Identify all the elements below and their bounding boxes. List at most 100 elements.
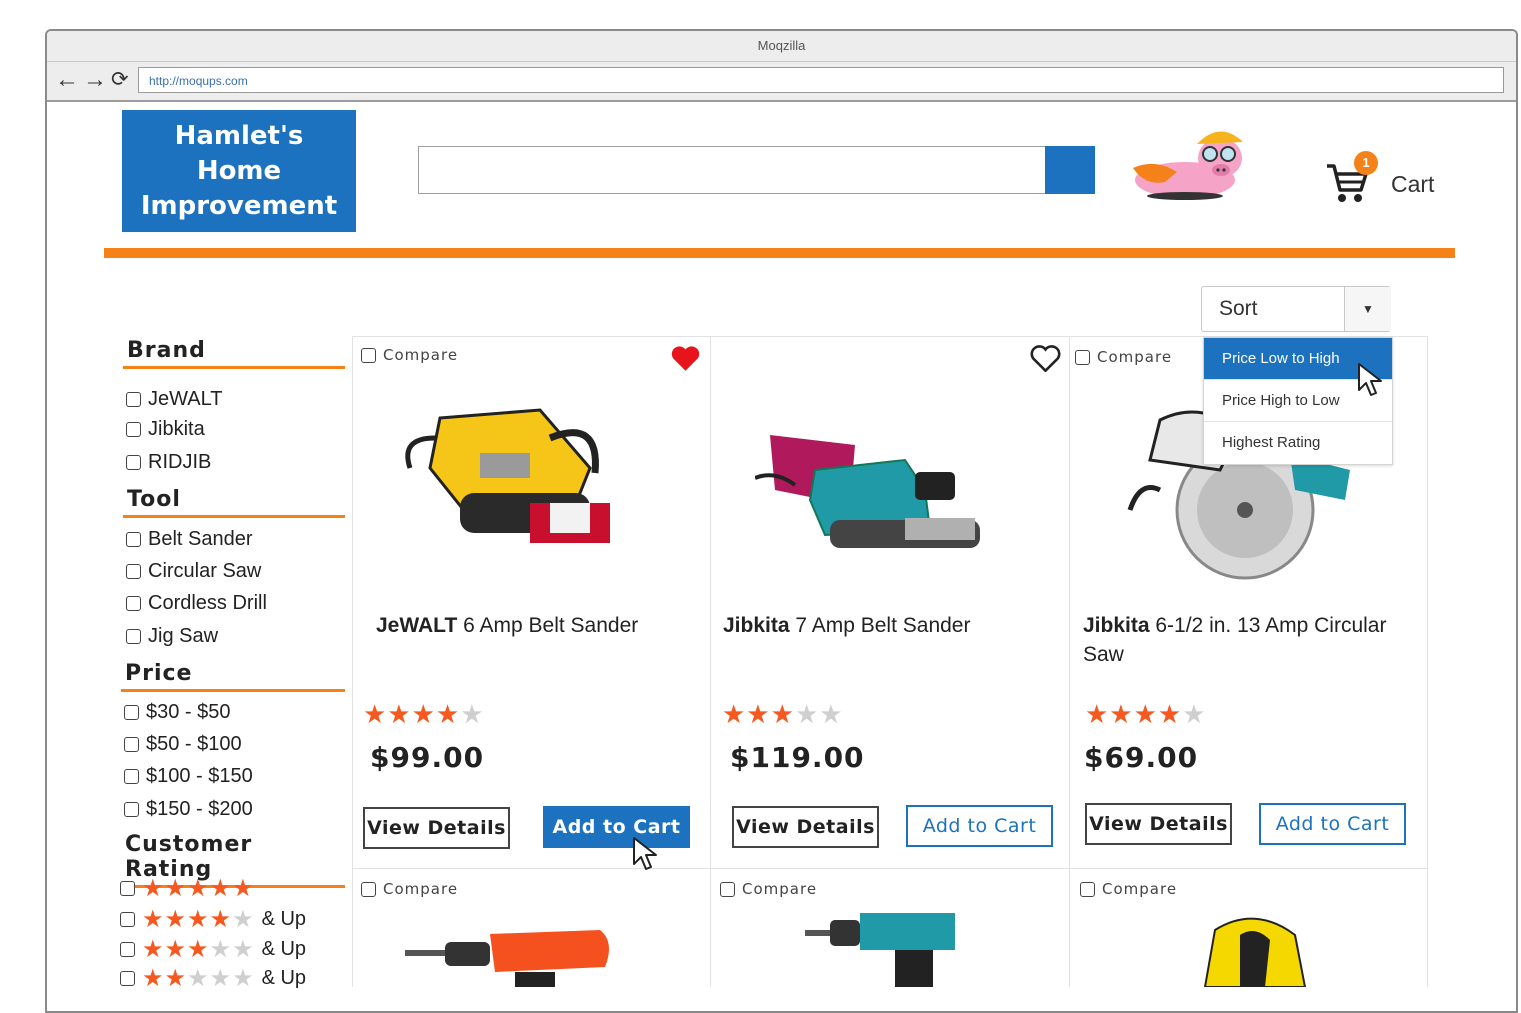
product-price-2: $119.00	[730, 741, 865, 774]
compare-label: Compare	[1097, 348, 1173, 366]
compare-label: Compare	[383, 346, 459, 364]
filter-option-belt-sander[interactable]: Belt Sander	[126, 528, 253, 551]
sort-option-highest-rating[interactable]: Highest Rating	[1204, 422, 1392, 464]
filter-option-rating-4-up[interactable]: ★★★★ ★ & Up	[120, 905, 306, 934]
filter-heading-tool: Tool	[127, 487, 181, 512]
filter-option-jibkita[interactable]: Jibkita	[126, 418, 205, 441]
filter-rule	[123, 515, 345, 518]
mouse-pointer-icon	[633, 837, 657, 870]
add-to-cart-button-3[interactable]: Add to Cart	[1259, 803, 1406, 845]
view-details-button-1[interactable]: View Details	[363, 807, 510, 849]
filter-option-rating-5[interactable]: ★★★★★	[120, 874, 255, 903]
grid-line	[1069, 336, 1070, 987]
belt-sander-yellow-image	[405, 408, 610, 543]
compare-checkbox-5[interactable]: Compare	[720, 880, 817, 898]
pig-mascot-icon	[1133, 131, 1243, 200]
grid-line	[1427, 336, 1428, 987]
filter-option-label: $100 - $150	[146, 765, 253, 787]
filter-option-price-50-100[interactable]: $50 - $100	[124, 733, 242, 756]
checkbox[interactable]	[361, 347, 376, 363]
compare-label: Compare	[1102, 880, 1178, 898]
search-button[interactable]	[1045, 146, 1095, 194]
checkbox[interactable]	[126, 629, 141, 644]
view-details-button-2[interactable]: View Details	[732, 806, 879, 848]
filter-option-label: Jig Saw	[148, 625, 219, 647]
checkbox[interactable]	[720, 881, 735, 897]
add-to-cart-button-2[interactable]: Add to Cart	[906, 805, 1053, 847]
add-to-cart-button-1[interactable]: Add to Cart	[543, 806, 690, 848]
filter-option-label: Circular Saw	[148, 560, 262, 582]
filter-option-rating-3-up[interactable]: ★★★ ★★ & Up	[120, 935, 306, 964]
heart-filled-icon[interactable]	[670, 345, 701, 372]
compare-checkbox-1[interactable]: Compare	[361, 346, 458, 364]
checkbox[interactable]	[1080, 881, 1095, 897]
back-arrow-icon[interactable]: ←	[55, 68, 79, 92]
belt-sander-teal-image	[755, 435, 980, 548]
checkbox[interactable]	[124, 802, 139, 817]
checkbox[interactable]	[1075, 349, 1090, 365]
cart-label[interactable]: Cart	[1391, 171, 1434, 198]
checkbox[interactable]	[361, 881, 376, 897]
product-price-1: $99.00	[370, 741, 485, 774]
search-input[interactable]	[418, 146, 1046, 194]
filter-option-label: RIDJIB	[148, 451, 212, 473]
checkbox[interactable]	[126, 455, 141, 470]
product-rating-3: ★★★★ ★	[1085, 699, 1207, 729]
compare-checkbox-6[interactable]: Compare	[1080, 880, 1177, 898]
checkbox[interactable]	[124, 769, 139, 784]
filter-option-jig-saw[interactable]: Jig Saw	[126, 625, 218, 648]
logo-line-3: Improvement	[140, 190, 338, 221]
filter-group-tool: Tool	[120, 487, 345, 518]
product-name-3[interactable]: Jibkita 6-1/2 in. 13 Amp Circular Saw	[1083, 611, 1413, 669]
filter-option-label: $30 - $50	[146, 701, 231, 723]
mouse-pointer-icon	[1358, 363, 1382, 396]
checkbox[interactable]	[126, 596, 141, 611]
product-brand: Jibkita	[723, 614, 790, 637]
product-name-1[interactable]: JeWALT 6 Amp Belt Sander	[376, 611, 696, 640]
filter-option-rating-2-up[interactable]: ★★ ★★★ & Up	[120, 964, 306, 993]
logo-line-2: Home	[196, 155, 282, 186]
checkbox[interactable]	[120, 971, 135, 986]
filter-option-label: $50 - $100	[146, 733, 242, 755]
view-details-button-3[interactable]: View Details	[1085, 803, 1232, 845]
reload-icon[interactable]: ⟳	[111, 68, 129, 92]
cordless-drill-teal-image	[805, 913, 955, 987]
filter-option-jewalt[interactable]: JeWALT	[126, 388, 222, 411]
filter-option-cordless-drill[interactable]: Cordless Drill	[126, 592, 267, 615]
cart-count-badge: 1	[1354, 151, 1378, 175]
product-price-3: $69.00	[1084, 741, 1199, 774]
filter-option-circular-saw[interactable]: Circular Saw	[126, 560, 261, 583]
sort-select[interactable]: Sort ▼	[1201, 286, 1391, 332]
rating-stars: ★★★★★	[142, 875, 255, 902]
filter-heading-price: Price	[125, 661, 193, 686]
filter-option-label: JeWALT	[148, 388, 223, 410]
checkbox[interactable]	[120, 942, 135, 957]
checkbox[interactable]	[120, 881, 135, 896]
filter-option-price-150-200[interactable]: $150 - $200	[124, 798, 253, 821]
compare-label: Compare	[742, 880, 818, 898]
product-name-2[interactable]: Jibkita 7 Amp Belt Sander	[723, 611, 1053, 640]
checkbox[interactable]	[124, 737, 139, 752]
sort-dropdown-menu: Price Low to High Price High to Low High…	[1203, 337, 1393, 465]
filter-option-price-30-50[interactable]: $30 - $50	[124, 701, 231, 724]
compare-checkbox-4[interactable]: Compare	[361, 880, 458, 898]
filter-option-price-100-150[interactable]: $100 - $150	[124, 765, 253, 788]
product-brand: Jibkita	[1083, 614, 1150, 637]
product-rating-1: ★★★★ ★	[363, 699, 485, 729]
site-logo[interactable]: Hamlet's Home Improvement	[122, 110, 356, 232]
checkbox[interactable]	[124, 705, 139, 720]
chevron-down-icon[interactable]: ▼	[1344, 287, 1391, 331]
checkbox[interactable]	[120, 912, 135, 927]
checkbox[interactable]	[126, 532, 141, 547]
filter-option-label: $150 - $200	[146, 798, 253, 820]
filter-option-ridjib[interactable]: RIDJIB	[126, 451, 211, 474]
compare-checkbox-3[interactable]: Compare	[1075, 348, 1172, 366]
logo-line-1: Hamlet's	[174, 120, 304, 151]
checkbox[interactable]	[126, 422, 141, 437]
forward-arrow-icon[interactable]: →	[83, 68, 107, 92]
address-bar[interactable]: http://moqups.com	[138, 67, 1504, 93]
heart-outline-icon[interactable]	[1030, 345, 1061, 372]
product-brand: JeWALT	[376, 614, 458, 637]
checkbox[interactable]	[126, 392, 141, 407]
checkbox[interactable]	[126, 564, 141, 579]
